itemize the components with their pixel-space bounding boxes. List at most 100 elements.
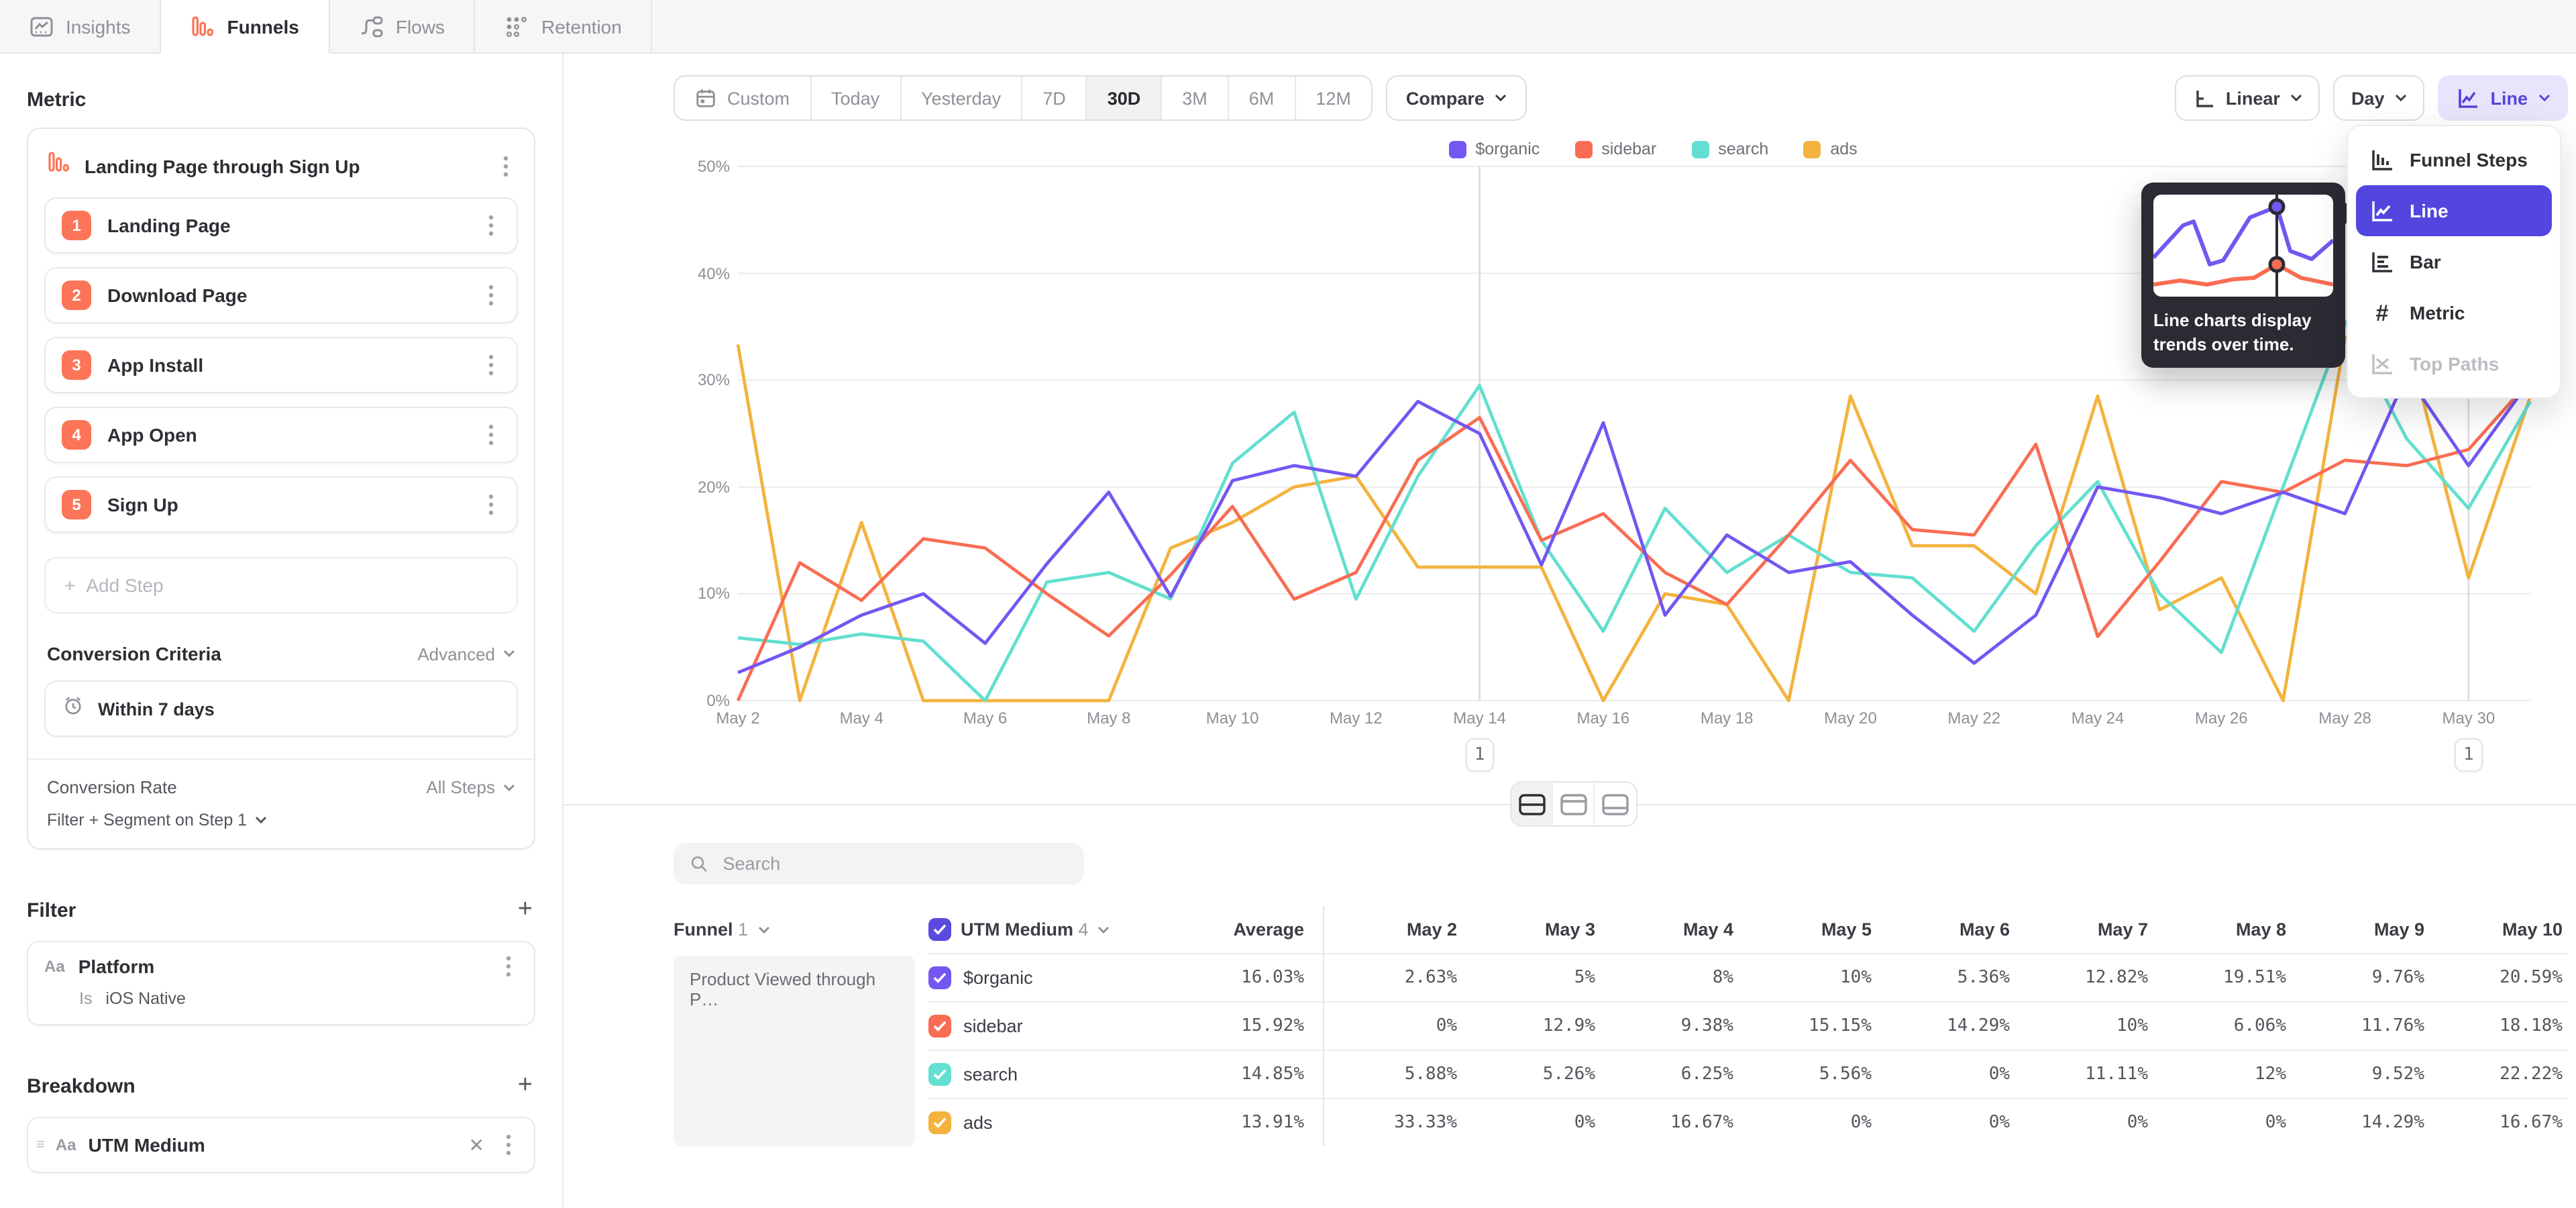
scale-dropdown[interactable]: Linear — [2175, 75, 2320, 121]
annotation-badge[interactable]: 1 — [1466, 738, 1494, 772]
table-search[interactable] — [674, 843, 1084, 885]
step-kebab-menu[interactable] — [482, 215, 500, 236]
funnel-step-3[interactable]: 3 App Install — [44, 337, 518, 393]
series-checkbox[interactable] — [928, 1063, 951, 1086]
drag-handle-icon[interactable]: ≡ — [36, 1137, 44, 1153]
all-steps-dropdown[interactable]: All Steps — [426, 777, 515, 797]
step-label: Landing Page — [107, 215, 466, 236]
y-axis-tick: 0% — [674, 691, 730, 710]
menu-item-bar[interactable]: Bar — [2356, 236, 2552, 287]
funnel-column-header[interactable]: Funnel 1 — [674, 906, 928, 953]
chart-type-dropdown[interactable]: Line — [2438, 75, 2568, 121]
series-checkbox[interactable] — [928, 1015, 951, 1038]
date-range-custom[interactable]: Custom — [675, 77, 811, 119]
filter-operator[interactable]: Is — [79, 989, 92, 1008]
table-cell: 8% — [1601, 953, 1739, 1001]
metric-title: Landing Page through Sign Up — [85, 155, 483, 177]
menu-item-line[interactable]: Line — [2356, 185, 2552, 236]
day-column-header[interactable]: May 9 — [2292, 906, 2430, 953]
annotation-badge[interactable]: 1 — [2455, 738, 2483, 772]
granularity-dropdown[interactable]: Day — [2334, 75, 2425, 121]
filter-value[interactable]: iOS Native — [105, 989, 186, 1008]
series-checkbox[interactable] — [928, 966, 951, 989]
filter-segment-step-dropdown[interactable]: Filter + Segment on Step 1 — [47, 811, 515, 829]
day-column-header[interactable]: May 5 — [1739, 906, 1877, 953]
day-column-header[interactable]: May 3 — [1462, 906, 1601, 953]
series-checkbox[interactable] — [928, 918, 951, 941]
date-range-3m[interactable]: 3M — [1162, 77, 1229, 119]
step-kebab-menu[interactable] — [482, 285, 500, 306]
view-toggle-table-only[interactable] — [1595, 783, 1636, 825]
step-kebab-menu[interactable] — [482, 424, 500, 446]
funnel-step-5[interactable]: 5 Sign Up — [44, 476, 518, 533]
x-axis-tick: May 28 — [2318, 709, 2371, 727]
date-range-today[interactable]: Today — [811, 77, 901, 119]
funnel-step-1[interactable]: 1 Landing Page — [44, 197, 518, 254]
filter-card-platform[interactable]: Aa Platform Is iOS Native — [27, 941, 535, 1025]
conversion-window-button[interactable]: Within 7 days — [44, 681, 518, 737]
table-cell: 9.52% — [2292, 1050, 2430, 1098]
linear-scale-icon — [2192, 87, 2215, 109]
advanced-dropdown[interactable]: Advanced — [417, 644, 515, 664]
step-number-badge: 1 — [62, 211, 91, 240]
metric-card: Landing Page through Sign Up 1 Landing P… — [27, 128, 535, 850]
add-filter-button[interactable]: + — [515, 895, 535, 925]
table-cell: 16.67% — [2430, 1098, 2568, 1146]
y-axis-tick: 30% — [674, 370, 730, 389]
tab-label: Flows — [396, 15, 445, 37]
y-axis-tick: 20% — [674, 478, 730, 497]
menu-item-funnel-steps[interactable]: Funnel Steps — [2356, 134, 2552, 185]
tab-insights[interactable]: Insights — [0, 0, 162, 52]
table-cell: 14.29% — [2292, 1098, 2430, 1146]
day-column-header[interactable]: May 6 — [1877, 906, 2015, 953]
compare-button[interactable]: Compare — [1386, 75, 1527, 121]
breakdown-card-utm-medium[interactable]: ≡ Aa UTM Medium ✕ — [27, 1117, 535, 1173]
table-cell: 0% — [1462, 1098, 1601, 1146]
legend-item-ads[interactable]: ads — [1803, 140, 1857, 158]
tab-funnels[interactable]: Funnels — [162, 0, 330, 54]
funnel-metric-icon — [47, 150, 71, 181]
day-column-header[interactable]: May 2 — [1324, 906, 1462, 953]
date-range-12m[interactable]: 12M — [1295, 77, 1371, 119]
legend-item-organic[interactable]: $organic — [1448, 140, 1540, 158]
average-column-header[interactable]: Average — [1150, 906, 1324, 953]
view-toggle-chart-only[interactable] — [1553, 783, 1595, 825]
filter-kebab-menu[interactable] — [499, 956, 518, 977]
series-checkbox[interactable] — [928, 1111, 951, 1134]
day-column-header[interactable]: May 8 — [2153, 906, 2292, 953]
remove-breakdown-icon[interactable]: ✕ — [469, 1134, 484, 1156]
step-kebab-menu[interactable] — [482, 494, 500, 515]
tab-flows[interactable]: Flows — [330, 0, 476, 52]
metric-kebab-menu[interactable] — [496, 155, 515, 177]
date-range-6m[interactable]: 6M — [1229, 77, 1296, 119]
chart-type-tooltip: Line charts display trends over time. — [2141, 183, 2345, 368]
x-axis-tick: May 24 — [2072, 709, 2125, 727]
x-axis-tick: May 6 — [963, 709, 1007, 727]
legend-item-search[interactable]: search — [1691, 140, 1768, 158]
funnel-step-2[interactable]: 2 Download Page — [44, 267, 518, 323]
step-kebab-menu[interactable] — [482, 354, 500, 376]
table-cell: 20.59% — [2430, 953, 2568, 1001]
funnel-step-4[interactable]: 4 App Open — [44, 407, 518, 463]
view-toggle-split[interactable] — [1511, 783, 1553, 825]
funnel-name-cell[interactable]: Product Viewed through P… — [674, 956, 915, 1146]
step-number-badge: 4 — [62, 420, 91, 450]
legend-item-sidebar[interactable]: sidebar — [1574, 140, 1656, 158]
day-column-header[interactable]: May 7 — [2015, 906, 2153, 953]
chevron-down-icon — [503, 650, 515, 658]
date-range-yesterday[interactable]: Yesterday — [901, 77, 1022, 119]
breakdown-kebab-menu[interactable] — [499, 1134, 518, 1156]
date-range-30d[interactable]: 30D — [1087, 77, 1163, 119]
flows-icon — [360, 14, 384, 38]
tab-retention[interactable]: Retention — [476, 0, 653, 52]
query-builder-sidebar: Metric Landing Page through Sign Up 1 La… — [0, 54, 564, 1208]
date-range-7d[interactable]: 7D — [1022, 77, 1087, 119]
menu-item-metric[interactable]: #Metric — [2356, 287, 2552, 338]
chevron-down-icon — [1098, 925, 1110, 934]
day-column-header[interactable]: May 10 — [2430, 906, 2568, 953]
search-input[interactable] — [720, 852, 1068, 875]
add-breakdown-button[interactable]: + — [515, 1071, 535, 1101]
day-column-header[interactable]: May 4 — [1601, 906, 1739, 953]
add-step-button[interactable]: + Add Step — [44, 557, 518, 613]
breakdown-column-header[interactable]: UTM Medium 4 — [928, 906, 1150, 953]
